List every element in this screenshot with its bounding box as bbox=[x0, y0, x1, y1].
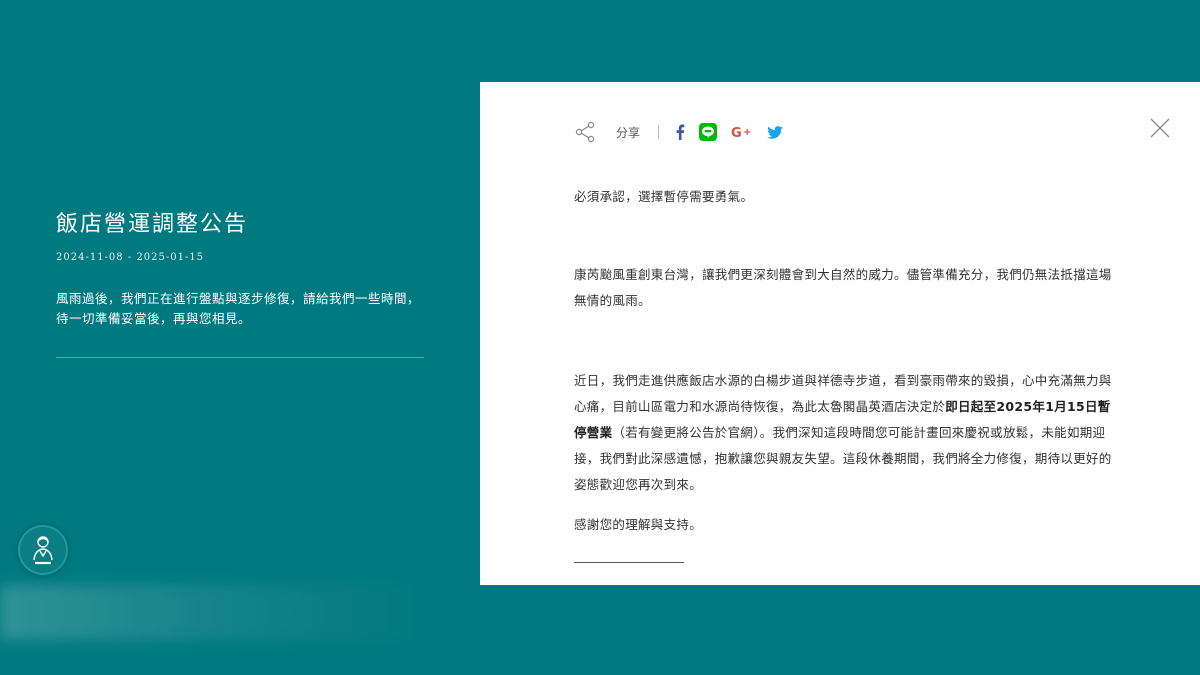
announcement-summary: 風雨過後，我們正在進行盤點與逐步修復，請給我們一些時間，待一切準備妥當後，再與您… bbox=[56, 291, 421, 326]
google-plus-share-button[interactable]: G + bbox=[731, 125, 753, 139]
article-paragraph-2: 康芮颱風重創東台灣，讓我們更深刻體會到大自然的威力。儘管準備充分，我們仍無法抵擋… bbox=[574, 267, 1112, 308]
announcement-modal: 分享 G + 必須承認，選擇暫停需要勇氣。 康芮颱風重創東台灣，讓我們更深刻體會… bbox=[480, 82, 1200, 585]
facebook-share-button[interactable] bbox=[675, 124, 685, 140]
google-plus-icon: G + bbox=[731, 126, 751, 139]
share-bar: 分享 G + bbox=[574, 120, 797, 144]
share-icon[interactable] bbox=[574, 121, 596, 143]
twitter-icon bbox=[767, 125, 783, 139]
article-paragraph-3: 近日，我們走進供應飯店水源的白楊步道與祥德寺步道，看到豪雨帶來的毀損，心中充滿無… bbox=[574, 368, 1114, 498]
article-paragraph-1: 必須承認，選擇暫停需要勇氣。 bbox=[574, 189, 754, 204]
twitter-share-button[interactable] bbox=[767, 125, 783, 139]
close-button[interactable] bbox=[1150, 118, 1170, 138]
signature-line bbox=[574, 562, 684, 563]
article-paragraph-4: 感謝您的理解與支持。 bbox=[574, 517, 703, 532]
concierge-icon bbox=[33, 536, 53, 565]
close-icon bbox=[1150, 118, 1170, 138]
share-separator bbox=[658, 125, 660, 139]
concierge-button[interactable] bbox=[18, 525, 68, 575]
svg-text:+: + bbox=[743, 127, 751, 138]
svg-text:G: G bbox=[731, 126, 742, 139]
blurred-footer bbox=[0, 585, 420, 640]
share-label: 分享 bbox=[616, 125, 641, 140]
line-share-button[interactable] bbox=[699, 123, 718, 141]
announcement-title: 飯店營運調整公告 bbox=[56, 212, 249, 237]
divider bbox=[56, 357, 424, 358]
facebook-icon bbox=[676, 124, 685, 140]
announcement-date-range: 2024-11-08 - 2025-01-15 bbox=[56, 252, 205, 263]
line-icon bbox=[699, 123, 718, 141]
article-paragraph-3-end: （若有變更將公告於官網）。我們深知這段時間您可能計畫回來慶祝或放鬆，未能如期迎接… bbox=[574, 425, 1112, 492]
